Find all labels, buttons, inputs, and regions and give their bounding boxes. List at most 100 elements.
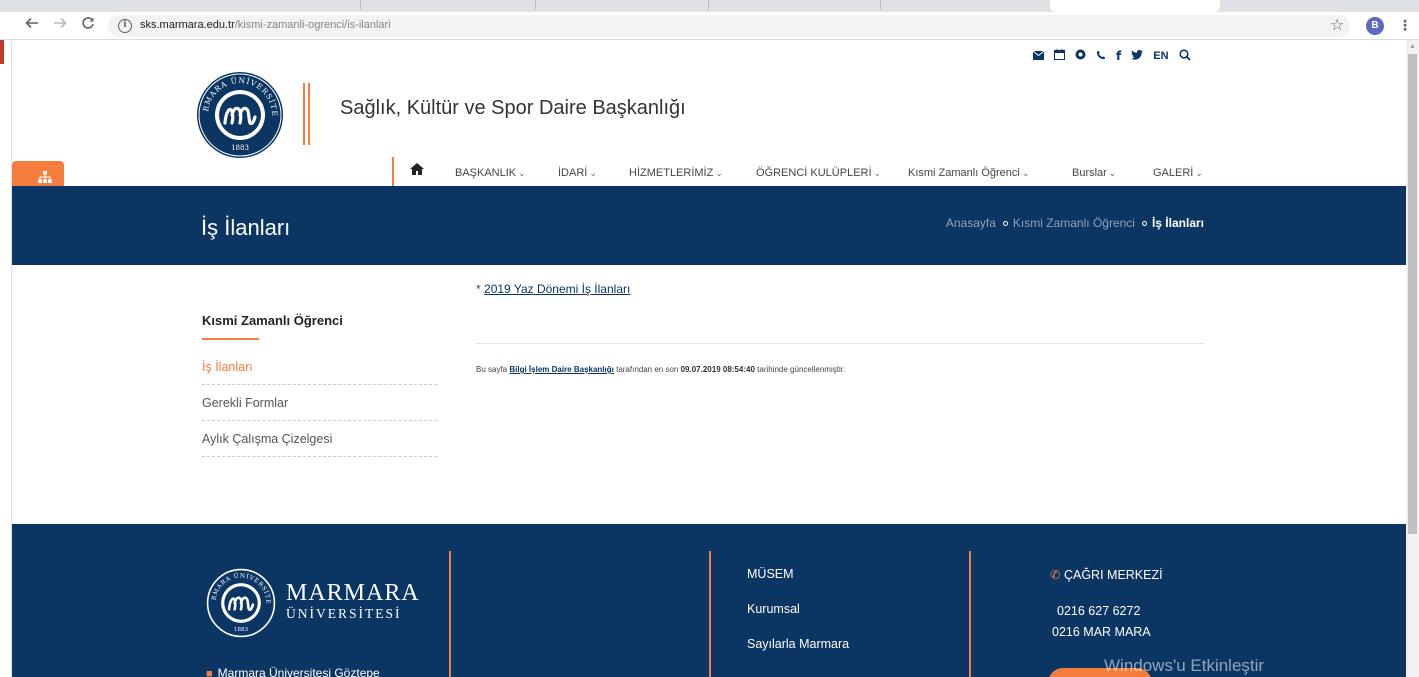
page-scrollbar[interactable]: ▲	[1406, 40, 1419, 677]
reload-button[interactable]	[78, 16, 98, 36]
phone-icon: ✆	[1050, 568, 1061, 582]
arrow-right-icon	[54, 17, 67, 29]
chevron-down-icon: ⌄	[518, 168, 526, 178]
browser-toolbar: i sks.marmara.edu.tr/kismi-zamanli-ogren…	[0, 12, 1419, 40]
envelope-icon[interactable]	[1032, 49, 1045, 63]
windows-activation-watermark: Windows'u Etkinleştir	[1104, 656, 1265, 675]
chevron-down-icon: ⌄	[589, 168, 597, 178]
background-window-edge	[0, 40, 12, 677]
updated-prefix: Bu sayfa	[476, 365, 508, 374]
twitter-icon[interactable]	[1131, 49, 1144, 63]
nav-item-label: BAŞKANLIK	[455, 167, 517, 179]
nav-item-idari[interactable]: İDARİ ⌄	[558, 167, 597, 179]
home-icon[interactable]	[410, 162, 424, 180]
phone-number[interactable]: 0216 MAR MARA	[1052, 625, 1151, 639]
address-bar[interactable]: i sks.marmara.edu.tr/kismi-zamanli-ogren…	[108, 15, 1350, 37]
footer-seal-logo[interactable]: MARMARA ÜNİVERSİTESİ 1883	[206, 568, 276, 638]
sidebar-item-gerekli-formlar[interactable]: Gerekli Formlar	[202, 385, 437, 421]
chevron-down-icon: ⌄	[715, 168, 723, 178]
tab-separator	[880, 0, 881, 10]
active-browser-tab[interactable]	[1050, 0, 1220, 12]
calendar-icon[interactable]	[1054, 49, 1065, 63]
list-item: * 2019 Yaz Dönemi İş İlanları	[476, 282, 1204, 296]
forward-button[interactable]	[50, 16, 70, 36]
nav-accent-bar	[392, 157, 394, 187]
facebook-icon[interactable]: f	[1116, 49, 1121, 63]
globe-icon[interactable]	[1075, 49, 1086, 63]
nav-item-galeri[interactable]: GALERİ ⌄	[1153, 167, 1203, 179]
breadcrumb-home-link[interactable]: Anasayfa	[946, 216, 996, 230]
breadcrumb-current: İş İlanları	[1151, 216, 1204, 230]
footer-brand-line2: ÜNİVERSİTESİ	[286, 606, 402, 621]
job-listing-link[interactable]: 2019 Yaz Dönemi İş İlanları	[484, 282, 630, 296]
updated-author-link[interactable]: Bilgi İşlem Daire Başkanlığı	[509, 365, 613, 374]
breadcrumb-parent-link[interactable]: Kısmi Zamanlı Öğrenci	[1013, 216, 1135, 230]
footer-link-sayilarla-marmara[interactable]: Sayılarla Marmara	[747, 637, 849, 672]
header-divider	[303, 83, 312, 145]
updated-date: 09.07.2019 08:54:40	[680, 365, 755, 374]
footer-divider	[449, 551, 451, 677]
footer-links: MÜSEM Kurumsal Sayılarla Marmara	[747, 567, 849, 672]
footer-divider	[709, 551, 711, 677]
scroll-up-arrow-icon[interactable]: ▲	[1409, 43, 1416, 50]
phone-number[interactable]: 0216 627 6272	[1057, 604, 1140, 618]
nav-item-label: HİZMETLERİMİZ	[629, 167, 714, 179]
back-button[interactable]	[22, 16, 42, 36]
arrow-left-icon	[25, 17, 38, 29]
university-seal-logo[interactable]: MARMARA ÜNİVERSİTESİ 1883	[196, 71, 284, 159]
phone-icon[interactable]	[1096, 49, 1106, 63]
language-switch[interactable]: EN	[1153, 50, 1168, 62]
header-utility-icons: f EN	[1032, 48, 1191, 64]
sidebar-heading: Kısmi Zamanlı Öğrenci	[202, 313, 343, 328]
last-updated-note: Bu sayfa Bilgi İşlem Daire Başkanlığı ta…	[476, 365, 845, 374]
footer-link-musem[interactable]: MÜSEM	[747, 567, 849, 602]
nav-item-baskanlik[interactable]: BAŞKANLIK ⌄	[455, 167, 526, 179]
sidebar-item-aylik-calisma-cizelgesi[interactable]: Aylık Çalışma Çizelgesi	[202, 421, 437, 457]
sitemap-icon	[38, 171, 52, 183]
sidebar-item-is-ilanlari[interactable]: İş İlanları	[202, 349, 437, 385]
nav-item-label: Kısmi Zamanlı Öğrenci	[908, 167, 1020, 179]
tab-separator	[535, 0, 536, 10]
reload-icon	[82, 17, 94, 29]
tab-separator	[360, 0, 361, 10]
footer-brand-line1: MARMARA	[286, 580, 420, 606]
nav-item-label: GALERİ	[1153, 167, 1194, 179]
nav-item-burslar[interactable]: Burslar ⌄	[1072, 167, 1116, 179]
call-center-label: ÇAĞRI MERKEZİ	[1063, 568, 1163, 582]
nav-item-ogrenci-kulupleri[interactable]: ÖĞRENCİ KULÜPLERİ ⌄	[756, 167, 881, 179]
page-title-banner: İş İlanları Anasayfa Kısmi Zamanlı Öğrenc…	[12, 186, 1406, 265]
search-icon[interactable]	[1178, 48, 1191, 64]
url-host: sks.marmara.edu.tr	[140, 19, 235, 31]
footer-divider	[969, 551, 971, 677]
background-window-accent	[0, 40, 4, 64]
tab-separator	[708, 0, 709, 10]
nav-item-label: ÖĞRENCİ KULÜPLERİ	[756, 167, 872, 179]
nav-item-hizmetlerimiz[interactable]: HİZMETLERİMİZ ⌄	[629, 167, 723, 179]
footer-link-kurumsal[interactable]: Kurumsal	[747, 602, 849, 637]
nav-item-kismi-zamanli-ogrenci[interactable]: Kısmi Zamanlı Öğrenci ⌄	[908, 167, 1029, 179]
updated-middle: tarafından en son	[616, 365, 679, 374]
page-title: İş İlanları	[201, 215, 291, 240]
chevron-down-icon: ⌄	[1021, 168, 1030, 178]
chevron-down-icon: ⌄	[1108, 168, 1117, 178]
breadcrumb-separator-icon	[1002, 220, 1008, 226]
chevron-down-icon: ⌄	[873, 168, 882, 178]
sidebar-menu: İş İlanları Gerekli Formlar Aylık Çalışm…	[202, 349, 437, 457]
footer-address-text: Marmara Üniversitesi Göztepe	[217, 666, 380, 677]
url-text[interactable]: sks.marmara.edu.tr/kismi-zamanli-ogrenci…	[140, 19, 391, 31]
nav-item-label: İDARİ	[558, 167, 588, 179]
bookmark-star-icon[interactable]: ☆	[1330, 15, 1344, 35]
browser-tab-strip	[0, 0, 1419, 12]
profile-avatar[interactable]: B	[1366, 17, 1384, 35]
list-bullet: *	[476, 282, 481, 296]
content-divider	[476, 343, 1204, 344]
seal-year: 1883	[231, 144, 249, 152]
footer-address: ■ Marmara Üniversitesi Göztepe	[206, 666, 380, 677]
footer-seal-year: 1883	[234, 627, 249, 633]
map-marker-icon: ■	[206, 668, 213, 677]
browser-menu-icon[interactable]: ⋮	[1398, 17, 1412, 34]
site-title[interactable]: Sağlık, Kültür ve Spor Daire Başkanlığı	[340, 97, 686, 120]
chevron-down-icon: ⌄	[1195, 168, 1203, 178]
site-info-icon[interactable]: i	[118, 19, 132, 33]
scrollbar-thumb[interactable]	[1408, 54, 1417, 534]
